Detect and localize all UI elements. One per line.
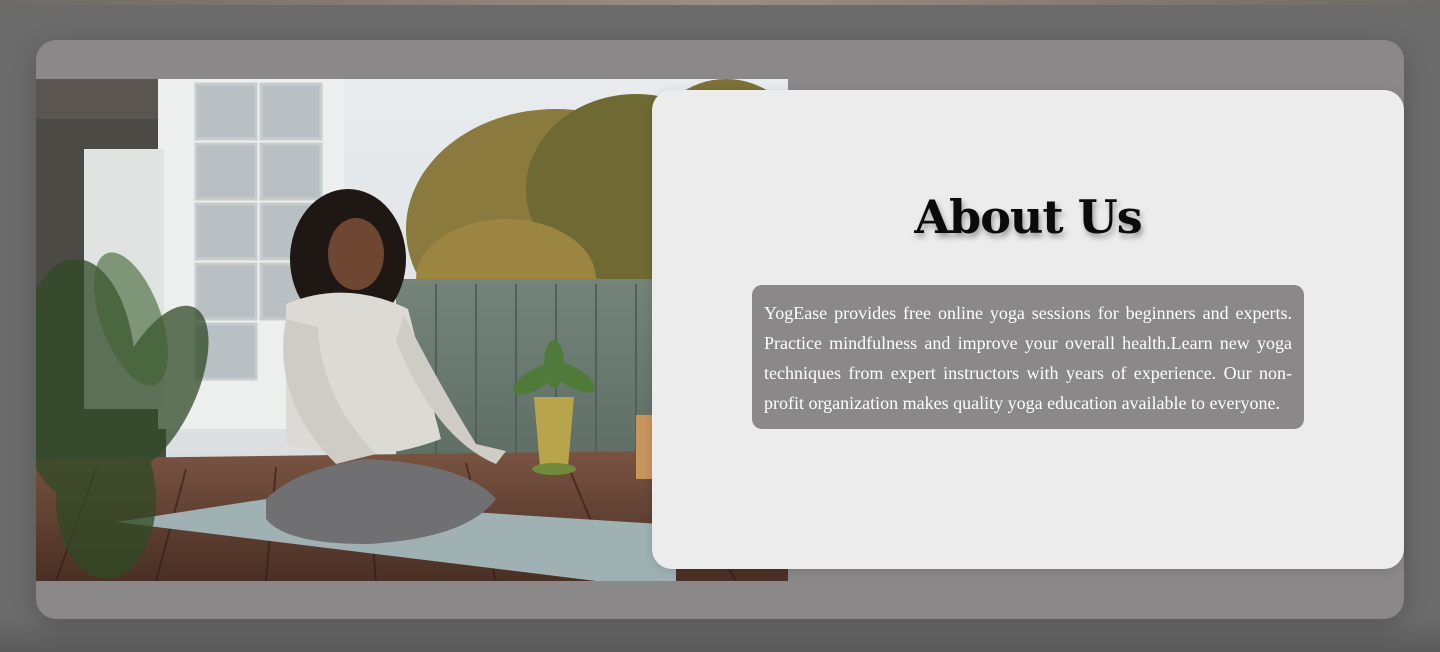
about-description-box: YogEase provides free online yoga sessio… [752, 285, 1304, 429]
about-title: About Us [914, 190, 1142, 244]
about-card: About Us YogEase provides free online yo… [652, 90, 1404, 569]
about-description: YogEase provides free online yoga sessio… [764, 303, 1292, 413]
header-edge [0, 0, 1440, 5]
footer-shade [0, 618, 1440, 652]
